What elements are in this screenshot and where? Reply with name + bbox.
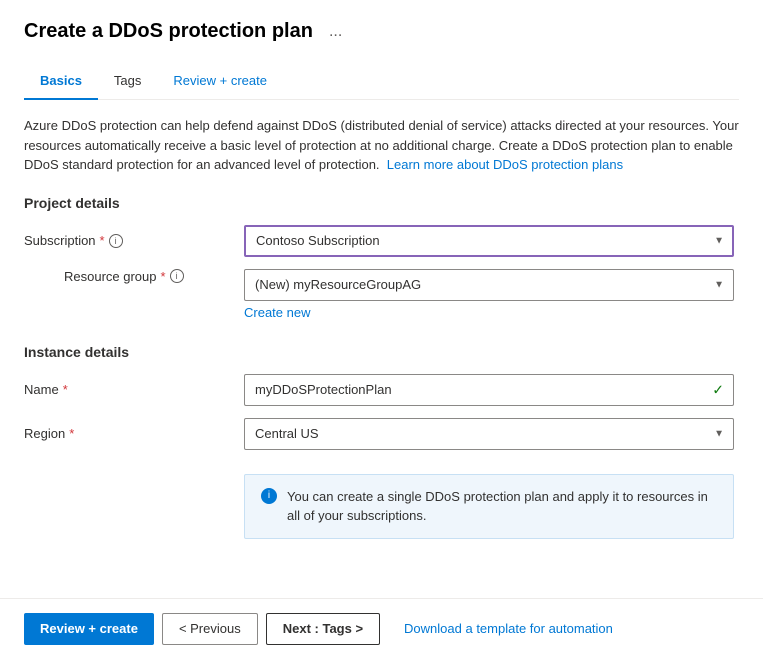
- instance-details-section: Instance details Name * ✓ Region *: [24, 344, 739, 450]
- region-control: Central US ▼: [244, 418, 734, 450]
- previous-button[interactable]: < Previous: [162, 613, 258, 645]
- info-box-icon: i: [261, 488, 277, 504]
- region-label: Region *: [24, 426, 244, 441]
- subscription-row: Subscription * i Contoso Subscription ▼: [24, 225, 739, 257]
- subscription-required-star: *: [100, 233, 105, 248]
- name-input-wrapper: ✓: [244, 374, 734, 406]
- project-details-title: Project details: [24, 195, 739, 211]
- project-details-section: Project details Subscription * i Contoso…: [24, 195, 739, 320]
- region-row: Region * Central US ▼: [24, 418, 739, 450]
- subscription-info-icon[interactable]: i: [109, 234, 123, 248]
- download-template-link[interactable]: Download a template for automation: [404, 621, 613, 636]
- info-box-text: You can create a single DDoS protection …: [287, 487, 717, 526]
- resource-group-control: (New) myResourceGroupAG ▼ Create new: [244, 269, 734, 320]
- tab-review-create[interactable]: Review + create: [157, 63, 283, 100]
- subscription-control: Contoso Subscription ▼: [244, 225, 734, 257]
- create-new-link[interactable]: Create new: [244, 305, 734, 320]
- tabs-container: Basics Tags Review + create: [24, 63, 739, 100]
- info-box: i You can create a single DDoS protectio…: [244, 474, 734, 539]
- region-required-star: *: [69, 426, 74, 441]
- subscription-dropdown-wrapper: Contoso Subscription ▼: [244, 225, 734, 257]
- learn-more-link[interactable]: Learn more about DDoS protection plans: [387, 157, 623, 172]
- subscription-dropdown[interactable]: Contoso Subscription: [244, 225, 734, 257]
- name-row: Name * ✓: [24, 374, 739, 406]
- resource-group-dropdown-wrapper: (New) myResourceGroupAG ▼: [244, 269, 734, 301]
- resource-group-label-container: Resource group * i: [24, 269, 244, 303]
- name-input[interactable]: [244, 374, 734, 406]
- resource-group-dropdown[interactable]: (New) myResourceGroupAG: [244, 269, 734, 301]
- resource-group-row: Resource group * i (New) myResourceGroup…: [24, 269, 739, 320]
- region-dropdown[interactable]: Central US: [244, 418, 734, 450]
- name-control: ✓: [244, 374, 734, 406]
- tab-basics[interactable]: Basics: [24, 63, 98, 100]
- name-required-star: *: [63, 382, 68, 397]
- subscription-label: Subscription * i: [24, 233, 244, 248]
- page-header: Create a DDoS protection plan ...: [24, 20, 739, 43]
- description-text: Azure DDoS protection can help defend ag…: [24, 116, 739, 175]
- ellipsis-menu[interactable]: ...: [323, 21, 348, 43]
- name-label: Name *: [24, 382, 244, 397]
- tab-tags[interactable]: Tags: [98, 63, 157, 100]
- page-title: Create a DDoS protection plan: [24, 20, 313, 43]
- resource-group-required-star: *: [161, 269, 166, 284]
- instance-details-title: Instance details: [24, 344, 739, 360]
- region-dropdown-wrapper: Central US ▼: [244, 418, 734, 450]
- resource-group-label: Resource group * i: [44, 269, 264, 284]
- review-create-button[interactable]: Review + create: [24, 613, 154, 645]
- resource-group-info-icon[interactable]: i: [170, 269, 184, 283]
- footer: Review + create < Previous Next : Tags >…: [0, 598, 763, 658]
- next-button[interactable]: Next : Tags >: [266, 613, 380, 645]
- name-check-icon: ✓: [712, 381, 724, 398]
